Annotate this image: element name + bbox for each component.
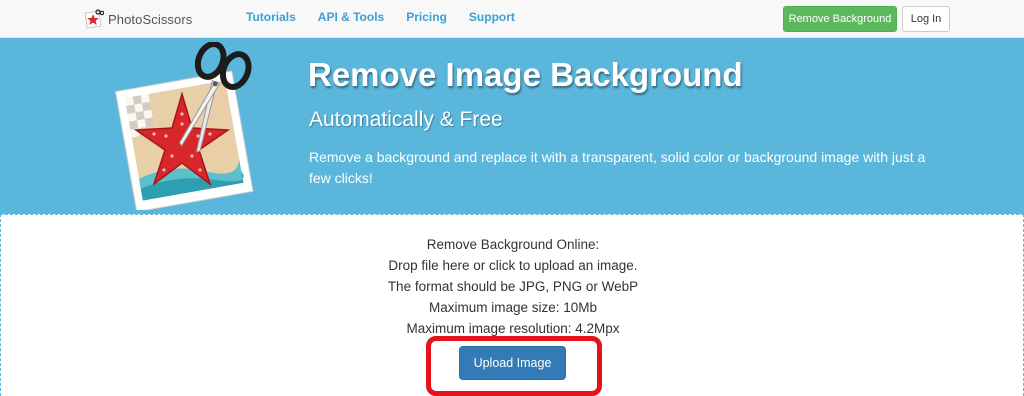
hero-description: Remove a background and replace it with … bbox=[309, 149, 926, 186]
upload-size-limit: Maximum image size: 10Mb bbox=[428, 300, 598, 315]
starfish-photo-scissors-icon bbox=[114, 42, 254, 210]
nav-link-pricing[interactable]: Pricing bbox=[406, 10, 447, 24]
top-navbar: PhotoScissors Tutorials API & Tools Pric… bbox=[0, 0, 1024, 38]
upload-image-button[interactable]: Upload Image bbox=[459, 346, 566, 380]
hero-title: Remove Image Background bbox=[308, 56, 743, 93]
hero-banner: Remove Image Background Automatically & … bbox=[0, 38, 1024, 214]
scissors-star-logo-icon bbox=[84, 9, 104, 29]
nav-link-support[interactable]: Support bbox=[469, 10, 515, 24]
upload-instructions: Remove Background Online: Drop file here… bbox=[1, 234, 1024, 339]
login-button[interactable]: Log In bbox=[902, 6, 950, 32]
upload-hint: Drop file here or click to upload an ima… bbox=[388, 258, 638, 273]
upload-heading: Remove Background Online: bbox=[426, 237, 600, 252]
nav-link-api-tools[interactable]: API & Tools bbox=[318, 10, 384, 24]
hero-subtitle: Automatically & Free bbox=[309, 108, 503, 131]
main-nav: Tutorials API & Tools Pricing Support bbox=[246, 10, 537, 24]
brand-logo-link[interactable]: PhotoScissors bbox=[84, 6, 192, 32]
brand-name: PhotoScissors bbox=[108, 11, 193, 27]
remove-background-button[interactable]: Remove Background bbox=[783, 6, 897, 32]
nav-link-tutorials[interactable]: Tutorials bbox=[246, 10, 296, 24]
upload-format-note: The format should be JPG, PNG or WebP bbox=[387, 279, 639, 294]
upload-dropzone[interactable]: Remove Background Online: Drop file here… bbox=[0, 214, 1024, 396]
